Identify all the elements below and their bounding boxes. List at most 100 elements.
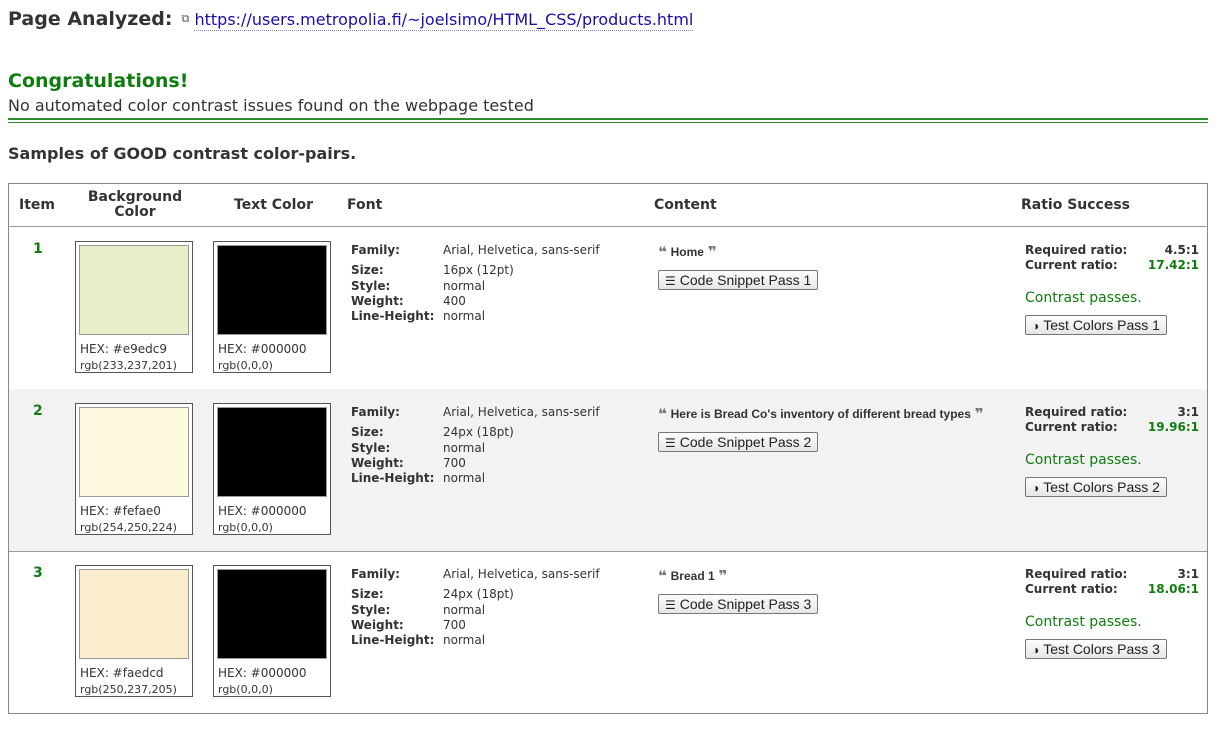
right-quote-icon: ❞	[974, 405, 984, 423]
page-analyzed-header: Page Analyzed: ⧉ https://users.metropoli…	[8, 8, 694, 31]
required-ratio-value: 3:1	[1177, 405, 1200, 419]
content-text: Here is Bread Co's inventory of differen…	[670, 407, 971, 421]
half-circle-contrast-icon: ◑	[1032, 481, 1040, 495]
results-table: Item Background Color Text Color Font Co…	[8, 183, 1208, 714]
external-window-icon: ⧉	[181, 12, 190, 25]
code-snippet-button[interactable]: ☰ Code Snippet Pass 2	[658, 432, 819, 452]
code-snippet-button[interactable]: ☰ Code Snippet Pass 1	[658, 270, 819, 290]
congratulations-heading: Congratulations!	[8, 70, 189, 92]
font-size-label: Size:	[351, 263, 384, 277]
lines-icon: ☰	[665, 436, 676, 450]
item-number: 1	[33, 241, 43, 257]
item-number: 3	[33, 565, 43, 581]
font-size-value: 24px (18pt)	[443, 587, 514, 601]
font-family-value: Arial, Helvetica, sans-serif	[443, 567, 600, 581]
background-rgb: rgb(250,237,205)	[80, 683, 177, 696]
table-row: 3 HEX: #faedcd rgb(250,237,205) HEX: #00…	[9, 551, 1207, 713]
test-colors-button-label: Test Colors Pass 1	[1043, 317, 1160, 333]
font-style-value: normal	[443, 279, 486, 293]
text-color-swatch	[217, 407, 327, 497]
current-ratio-value: 18.06:1	[1147, 582, 1199, 596]
font-style-label: Style:	[351, 441, 391, 455]
header-text-color: Text Color	[234, 197, 313, 213]
header-item: Item	[19, 197, 55, 213]
background-color-swatch	[79, 407, 189, 497]
font-family-label: Family:	[351, 243, 400, 257]
background-color-swatch	[79, 569, 189, 659]
font-family-label: Family:	[351, 405, 400, 419]
required-ratio-value: 4.5:1	[1164, 243, 1199, 257]
contrast-status: Contrast passes.	[1025, 614, 1142, 630]
header-font: Font	[347, 197, 383, 213]
code-snippet-button-label: Code Snippet Pass 2	[679, 434, 812, 450]
font-weight-label: Weight:	[351, 618, 404, 632]
background-color-swatch-card: HEX: #faedcd rgb(250,237,205)	[75, 565, 193, 697]
required-ratio-label: Required ratio:	[1025, 405, 1128, 419]
current-ratio-value: 17.42:1	[1147, 258, 1199, 272]
font-weight-value: 700	[443, 618, 466, 632]
left-quote-icon: ❝	[658, 243, 667, 261]
font-family-label: Family:	[351, 567, 400, 581]
test-colors-button-label: Test Colors Pass 3	[1043, 641, 1160, 657]
code-snippet-button[interactable]: ☰ Code Snippet Pass 3	[658, 594, 819, 614]
font-weight-label: Weight:	[351, 294, 404, 308]
text-color-swatch	[217, 245, 327, 335]
header-background-color: Background Color	[87, 189, 183, 220]
background-hex: HEX: #e9edc9	[80, 342, 167, 356]
required-ratio-label: Required ratio:	[1025, 243, 1128, 257]
text-hex: HEX: #000000	[218, 504, 307, 518]
font-style-label: Style:	[351, 603, 391, 617]
analyzed-page-link[interactable]: https://users.metropolia.fi/~joelsimo/HT…	[194, 10, 694, 31]
font-size-value: 16px (12pt)	[443, 263, 514, 277]
content-sample: ❝ Here is Bread Co's inventory of differ…	[658, 405, 984, 423]
samples-heading: Samples of GOOD contrast color-pairs.	[8, 144, 357, 163]
background-color-swatch-card: HEX: #fefae0 rgb(254,250,224)	[75, 403, 193, 535]
half-circle-contrast-icon: ◑	[1032, 319, 1040, 333]
font-weight-value: 400	[443, 294, 466, 308]
line-height-value: normal	[443, 633, 486, 647]
half-circle-contrast-icon: ◑	[1032, 643, 1040, 657]
test-colors-button[interactable]: ◑ Test Colors Pass 3	[1025, 639, 1167, 659]
contrast-status: Contrast passes.	[1025, 290, 1142, 306]
text-rgb: rgb(0,0,0)	[218, 683, 273, 696]
page-analyzed-label: Page Analyzed:	[8, 8, 173, 30]
text-hex: HEX: #000000	[218, 342, 307, 356]
text-rgb: rgb(0,0,0)	[218, 521, 273, 534]
font-size-value: 24px (18pt)	[443, 425, 514, 439]
text-color-swatch-card: HEX: #000000 rgb(0,0,0)	[213, 241, 331, 373]
background-rgb: rgb(254,250,224)	[80, 521, 177, 534]
line-height-label: Line-Height:	[351, 633, 435, 647]
line-height-label: Line-Height:	[351, 471, 435, 485]
font-size-label: Size:	[351, 425, 384, 439]
background-hex: HEX: #fefae0	[80, 504, 161, 518]
lines-icon: ☰	[665, 274, 676, 288]
current-ratio-label: Current ratio:	[1025, 258, 1118, 272]
right-quote-icon: ❞	[707, 243, 717, 261]
line-height-value: normal	[443, 309, 486, 323]
background-rgb: rgb(233,237,201)	[80, 359, 177, 372]
background-color-swatch	[79, 245, 189, 335]
content-sample: ❝ Home ❞	[658, 243, 717, 261]
content-sample: ❝ Bread 1 ❞	[658, 567, 727, 585]
text-color-swatch-card: HEX: #000000 rgb(0,0,0)	[213, 565, 331, 697]
required-ratio-label: Required ratio:	[1025, 567, 1128, 581]
line-height-value: normal	[443, 471, 486, 485]
code-snippet-button-label: Code Snippet Pass 3	[679, 596, 812, 612]
item-number: 2	[33, 403, 43, 419]
text-color-swatch-card: HEX: #000000 rgb(0,0,0)	[213, 403, 331, 535]
header-content: Content	[654, 197, 717, 213]
content-text: Home	[670, 245, 704, 259]
header-ratio-success: Ratio Success	[1021, 197, 1131, 213]
test-colors-button[interactable]: ◑ Test Colors Pass 1	[1025, 315, 1167, 335]
right-quote-icon: ❞	[718, 567, 728, 585]
font-style-label: Style:	[351, 279, 391, 293]
content-text: Bread 1	[670, 569, 715, 583]
test-colors-button[interactable]: ◑ Test Colors Pass 2	[1025, 477, 1167, 497]
contrast-status: Contrast passes.	[1025, 452, 1142, 468]
test-colors-button-label: Test Colors Pass 2	[1043, 479, 1160, 495]
font-family-value: Arial, Helvetica, sans-serif	[443, 405, 600, 419]
background-color-swatch-card: HEX: #e9edc9 rgb(233,237,201)	[75, 241, 193, 373]
table-header-row: Item Background Color Text Color Font Co…	[9, 184, 1207, 227]
left-quote-icon: ❝	[658, 567, 667, 585]
required-ratio-value: 3:1	[1177, 567, 1200, 581]
